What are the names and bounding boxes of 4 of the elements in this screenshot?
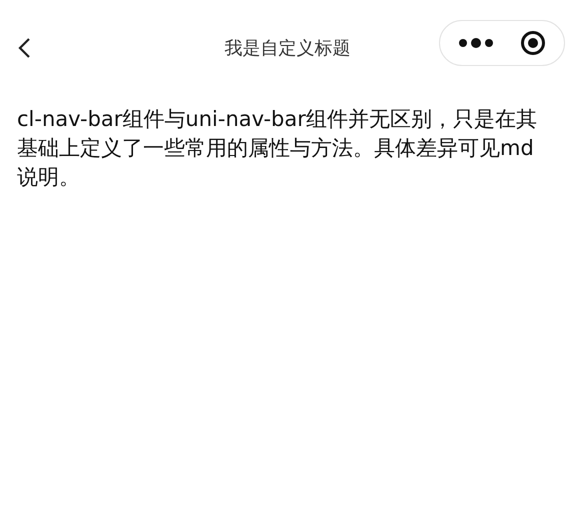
more-icon[interactable] [458, 37, 494, 49]
back-icon[interactable] [17, 37, 31, 59]
page-title: 我是自定义标题 [224, 36, 350, 60]
description-text: cl-nav-bar组件与uni-nav-bar组件并无区别，只是在其基础上定义了一些常用的属性与方法。具体差异可见md说明。 [17, 106, 538, 191]
